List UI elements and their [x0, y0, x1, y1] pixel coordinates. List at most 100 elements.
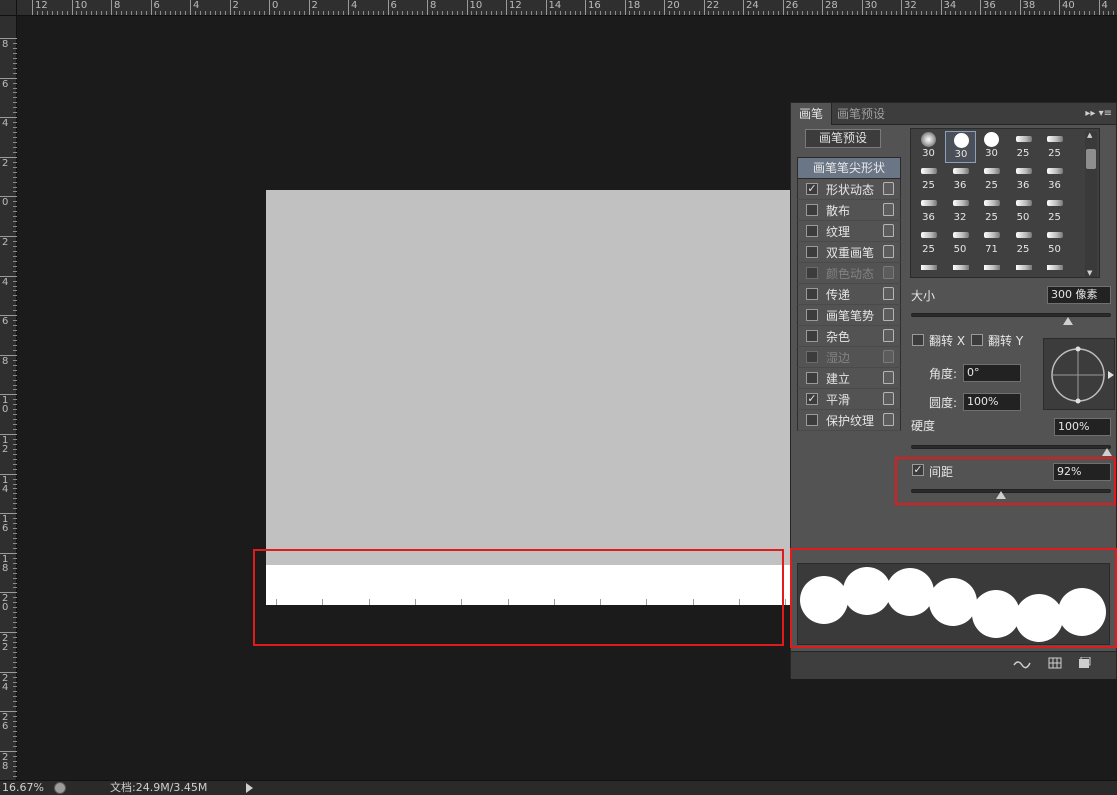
brush-tip-cell[interactable]: [945, 259, 976, 277]
brush-grid-scrollbar[interactable]: ▲ ▼: [1085, 131, 1097, 277]
brush-grid-icon[interactable]: [1048, 657, 1062, 672]
option-checkbox[interactable]: [806, 372, 818, 384]
lock-icon[interactable]: [883, 329, 894, 342]
lock-icon[interactable]: [883, 224, 894, 237]
ruler-minor-tick: [249, 11, 251, 15]
option-checkbox[interactable]: [806, 351, 818, 363]
brush-tip-cell[interactable]: 25: [976, 195, 1007, 227]
option-checkbox[interactable]: [806, 267, 818, 279]
horizontal-ruler[interactable]: 12 10 8 6 4 2 0 2 4 6 8 10 12 14 16 18 20 22 24 26 28 30 32 34 3…: [0, 0, 1117, 16]
scroll-up-icon[interactable]: ▲: [1087, 131, 1092, 139]
scroll-thumb[interactable]: [1086, 149, 1096, 169]
ruler-minor-tick: [115, 11, 117, 15]
brush-presets-button[interactable]: 画笔预设: [805, 129, 881, 148]
brush-tip-cell[interactable]: 25: [1039, 195, 1070, 227]
ruler-minor-tick: [13, 211, 17, 213]
option-checkbox[interactable]: [806, 246, 818, 258]
tab-brush[interactable]: 画笔: [791, 103, 833, 125]
brush-tip-cell[interactable]: 30: [976, 131, 1007, 163]
roundness-field[interactable]: 100%: [963, 393, 1021, 411]
menu-icon[interactable]: ▾≡: [1099, 108, 1112, 119]
brush-tip-cell[interactable]: 36: [945, 163, 976, 195]
brush-option-item[interactable]: ✓ 平滑: [797, 389, 901, 410]
brush-option-item[interactable]: 保护纹理: [797, 410, 901, 431]
brush-tip-cell[interactable]: 50: [1008, 195, 1039, 227]
lock-icon[interactable]: [883, 287, 894, 300]
ruler-minor-tick: [13, 701, 17, 703]
option-checkbox[interactable]: ✓: [806, 393, 818, 405]
option-checkbox[interactable]: [806, 225, 818, 237]
brush-option-item[interactable]: ✓ 形状动态: [797, 179, 901, 200]
scroll-down-icon[interactable]: ▼: [1087, 269, 1092, 277]
brush-option-item[interactable]: 纹理: [797, 221, 901, 242]
brush-tip-cell[interactable]: [1008, 259, 1039, 277]
status-info-icon[interactable]: [54, 782, 66, 794]
brush-tip-cell[interactable]: 30: [944, 131, 976, 163]
new-brush-icon[interactable]: [1077, 656, 1091, 672]
hardness-field[interactable]: 100%: [1054, 418, 1111, 436]
collapse-icon[interactable]: ▸▸: [1085, 108, 1095, 119]
vertical-ruler[interactable]: 8 6 4 2 0 2 4 6 8 1 0 1 2 1 4 1 6 1 8 2 0 2 2 2 4 2 6 2 8: [0, 16, 17, 787]
lock-icon[interactable]: [883, 308, 894, 321]
hardness-slider-thumb[interactable]: [1102, 448, 1112, 456]
option-checkbox[interactable]: [806, 330, 818, 342]
hardness-slider[interactable]: [911, 445, 1111, 449]
lock-icon[interactable]: [883, 392, 894, 405]
brush-tip-cell[interactable]: [976, 259, 1007, 277]
lock-icon[interactable]: [883, 350, 894, 363]
angle-field[interactable]: 0°: [963, 364, 1021, 382]
brush-tip-shape-item[interactable]: 画笔笔尖形状: [797, 157, 901, 179]
brush-tip-cell[interactable]: 36: [1039, 163, 1070, 195]
lock-icon[interactable]: [883, 182, 894, 195]
lock-icon[interactable]: [883, 203, 894, 216]
flip-y-checkbox[interactable]: [971, 334, 983, 346]
brush-option-item[interactable]: 传递: [797, 284, 901, 305]
brush-angle-widget[interactable]: [1043, 338, 1115, 410]
brush-option-item[interactable]: 散布: [797, 200, 901, 221]
brush-tip-cell[interactable]: 71: [976, 227, 1007, 259]
ruler-minor-tick: [797, 11, 799, 15]
brush-tip-cell[interactable]: 25: [913, 227, 944, 259]
brush-option-item[interactable]: 双重画笔: [797, 242, 901, 263]
brush-tip-cell[interactable]: [1039, 259, 1070, 277]
brush-tip-grid[interactable]: ▲ ▼ 30 30 30 25 25 25 36 25 36 36 36 32 25 50 25 25 50 71…: [910, 128, 1100, 278]
option-checkbox[interactable]: ✓: [806, 183, 818, 195]
option-checkbox[interactable]: [806, 309, 818, 321]
brush-option-item[interactable]: 湿边: [797, 347, 901, 368]
option-checkbox[interactable]: [806, 288, 818, 300]
document-canvas[interactable]: [266, 190, 790, 605]
brush-tip-cell[interactable]: 36: [913, 195, 944, 227]
brush-option-item[interactable]: 画笔笔势: [797, 305, 901, 326]
brush-tip-cell[interactable]: 25: [1039, 131, 1070, 163]
ruler-minor-tick: [13, 562, 17, 564]
lock-icon[interactable]: [883, 266, 894, 279]
flip-x-checkbox[interactable]: [912, 334, 924, 346]
size-field[interactable]: 300 像素: [1047, 286, 1111, 304]
zoom-level[interactable]: 16.67%: [2, 781, 44, 795]
brush-tip-cell[interactable]: 32: [945, 195, 976, 227]
option-checkbox[interactable]: [806, 204, 818, 216]
brush-tip-cell[interactable]: [913, 259, 944, 277]
size-slider-thumb[interactable]: [1062, 317, 1073, 325]
lock-icon[interactable]: [883, 245, 894, 258]
size-slider[interactable]: [911, 313, 1111, 317]
brush-tip-cell[interactable]: 50: [1039, 227, 1070, 259]
panel-menu-icon[interactable]: ▸▸ ▾≡: [1085, 103, 1112, 125]
lock-icon[interactable]: [883, 371, 894, 384]
brush-tip-cell[interactable]: 25: [913, 163, 944, 195]
brush-option-item[interactable]: 颜色动态: [797, 263, 901, 284]
lock-icon[interactable]: [883, 413, 894, 426]
brush-tip-cell[interactable]: 50: [945, 227, 976, 259]
option-checkbox[interactable]: [806, 414, 818, 426]
toggle-live-tip-icon[interactable]: [1013, 657, 1033, 672]
brush-option-item[interactable]: 建立: [797, 368, 901, 389]
brush-option-item[interactable]: 杂色: [797, 326, 901, 347]
brush-tip-cell[interactable]: 25: [1008, 131, 1039, 163]
brush-size-label: 25: [985, 180, 998, 191]
brush-tip-cell[interactable]: 25: [976, 163, 1007, 195]
status-menu-arrow-icon[interactable]: [246, 783, 253, 793]
tab-brush-presets[interactable]: 画笔预设: [829, 103, 893, 125]
brush-tip-cell[interactable]: 25: [1008, 227, 1039, 259]
brush-tip-cell[interactable]: 30: [913, 131, 944, 163]
brush-tip-cell[interactable]: 36: [1008, 163, 1039, 195]
